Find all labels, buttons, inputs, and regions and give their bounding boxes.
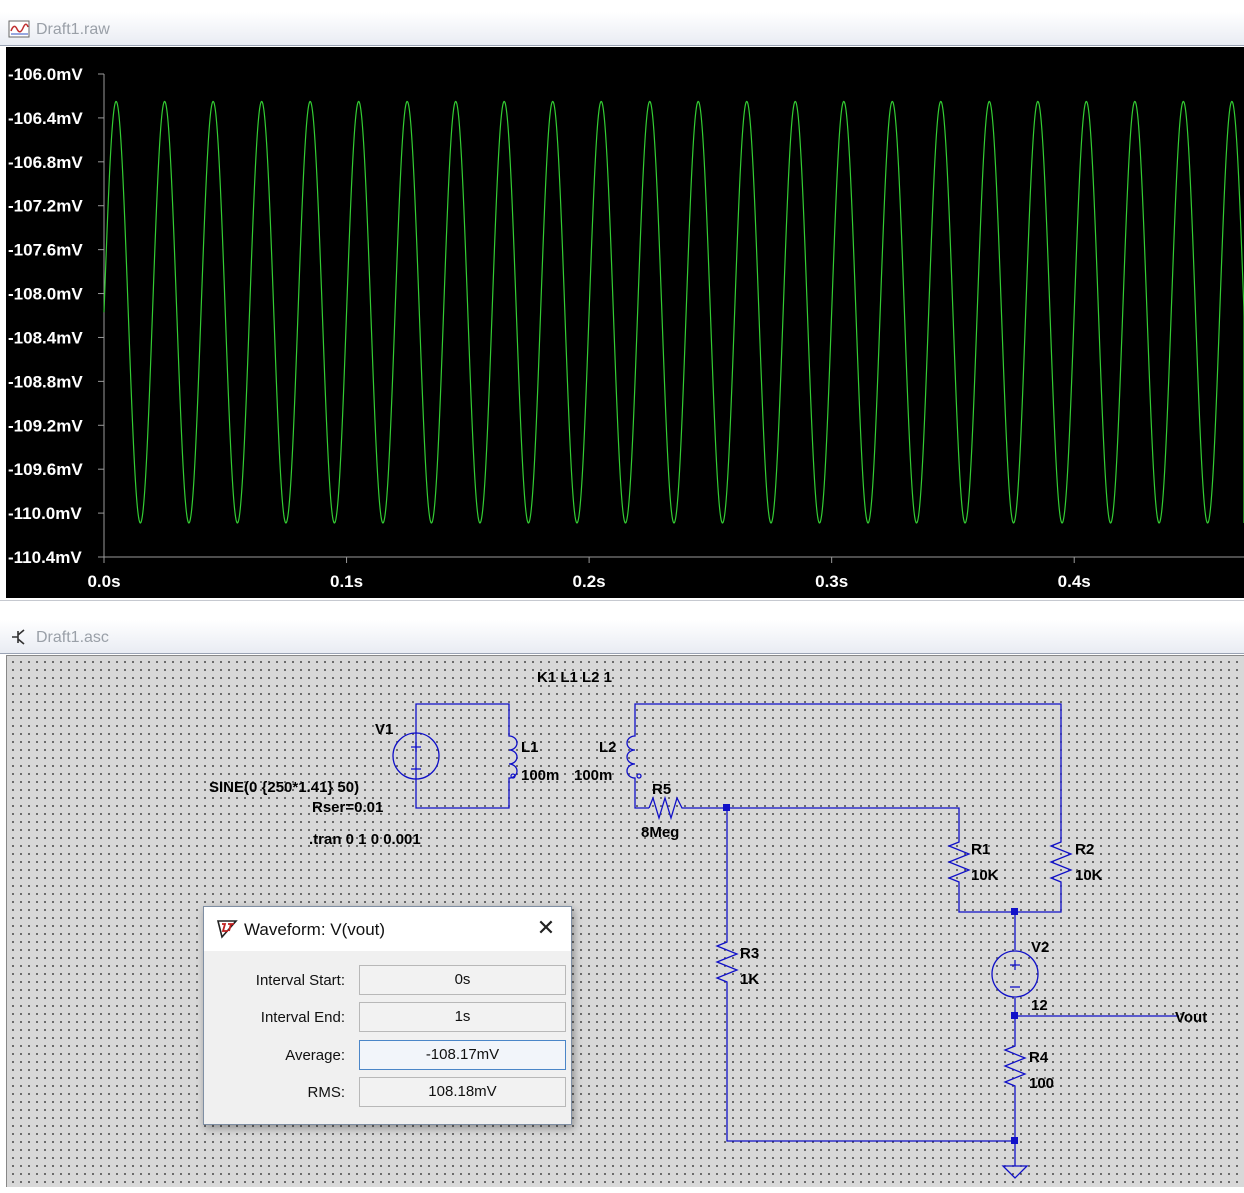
y-tick-label: -110.4mV	[8, 548, 82, 567]
l2-name-label[interactable]: L2	[599, 739, 617, 756]
l1-name-label[interactable]: L1	[521, 739, 539, 756]
v2-value-label[interactable]: 12	[1031, 997, 1048, 1014]
window-separator	[0, 600, 1244, 608]
y-tick-label: -109.2mV	[8, 416, 83, 435]
y-tick-label: -109.6mV	[8, 460, 83, 479]
x-tick-label: 0.3s	[815, 572, 848, 591]
l1-value-label[interactable]: 100m	[521, 767, 559, 784]
vout-net-label[interactable]: Vout	[1175, 1009, 1207, 1026]
interval-end-field[interactable]: 1s	[359, 1002, 566, 1032]
interval-end-row: Interval End: 1s	[204, 1002, 571, 1032]
r3-resistor-symbol[interactable]	[715, 936, 739, 988]
y-tick-label: -107.6mV	[8, 241, 83, 260]
y-tick-label: -108.8mV	[8, 372, 83, 391]
rms-label: RMS:	[307, 1084, 346, 1101]
average-row: Average: -108.17mV	[204, 1040, 571, 1070]
y-axis: -106.0mV -106.4mV -106.8mV -107.2mV -107.6mV…	[8, 65, 104, 567]
schematic-window-title: Draft1.asc	[36, 629, 109, 646]
y-tick-label: -106.8mV	[8, 153, 83, 172]
waveform-window-title: Draft1.raw	[36, 21, 110, 38]
x-tick-label: 0.2s	[573, 572, 606, 591]
v1-value-label[interactable]: SINE(0 {250*1.41} 50)	[209, 779, 359, 796]
interval-start-row: Interval Start: 0s	[204, 965, 571, 995]
r5-resistor-symbol[interactable]	[648, 795, 685, 821]
ltspice-logo-icon	[216, 920, 238, 939]
y-tick-label: -108.4mV	[8, 328, 83, 347]
v2-name-label[interactable]: V2	[1031, 939, 1049, 956]
r1-name-label[interactable]: R1	[971, 841, 990, 858]
waveform-file-icon	[8, 20, 30, 38]
y-tick-label: -107.2mV	[8, 197, 83, 216]
dialog-title: Waveform: V(vout)	[244, 920, 386, 939]
l2-inductor-symbol[interactable]	[626, 726, 642, 782]
dialog-titlebar[interactable]: Waveform: V(vout) ✕	[204, 907, 571, 951]
waveform-measure-dialog: Waveform: V(vout) ✕ Interval Start: 0s I…	[203, 906, 572, 1125]
r3-name-label[interactable]: R3	[740, 945, 759, 962]
schematic-svg: K1 L1 L2 1 V1 SINE(0 {250*1.41} 50) Rser…	[209, 669, 1207, 1179]
schematic-file-icon	[12, 629, 25, 645]
rms-row: RMS: 108.18mV	[204, 1077, 571, 1107]
y-tick-label: -106.0mV	[8, 65, 83, 84]
tran-directive[interactable]: .tran 0 1 0 0.001	[309, 831, 421, 848]
x-axis: 0.0s 0.1s 0.2s 0.3s 0.4s	[87, 557, 1091, 591]
r2-value-label[interactable]: 10K	[1075, 867, 1103, 884]
vout-trace-line	[103, 100, 1244, 524]
waveform-plot-svg: -106.0mV -106.4mV -106.8mV -107.2mV -107.6mV…	[8, 65, 1244, 591]
r4-value-label[interactable]: 100	[1029, 1075, 1054, 1092]
l2-value-label[interactable]: 100m	[574, 767, 612, 784]
r2-resistor-symbol[interactable]	[1049, 836, 1073, 886]
average-field[interactable]: -108.17mV	[359, 1040, 566, 1070]
x-tick-label: 0.0s	[87, 572, 120, 591]
interval-start-field[interactable]: 0s	[359, 965, 566, 995]
r4-name-label[interactable]: R4	[1029, 1049, 1049, 1066]
rms-field[interactable]: 108.18mV	[359, 1077, 566, 1107]
r4-resistor-symbol[interactable]	[1003, 1040, 1027, 1092]
waveform-window-titlebar[interactable]: Draft1.raw	[0, 12, 1244, 46]
y-tick-label: -108.0mV	[8, 285, 83, 304]
close-icon[interactable]: ✕	[534, 917, 558, 941]
r5-value-label[interactable]: 8Meg	[641, 824, 679, 841]
x-tick-label: 0.1s	[330, 572, 363, 591]
y-tick-label: -110.0mV	[8, 504, 82, 523]
plot-axes-frame	[103, 74, 1244, 558]
schematic-canvas[interactable]: K1 L1 L2 1 V1 SINE(0 {250*1.41} 50) Rser…	[6, 655, 1244, 1187]
y-tick-label: -106.4mV	[8, 109, 83, 128]
ground-symbol[interactable]	[1001, 1156, 1029, 1179]
r1-resistor-symbol[interactable]	[947, 836, 971, 886]
r2-name-label[interactable]: R2	[1075, 841, 1094, 858]
r5-name-label[interactable]: R5	[652, 781, 671, 798]
r1-value-label[interactable]: 10K	[971, 867, 999, 884]
v1-rser-label[interactable]: Rser=0.01	[312, 799, 383, 816]
schematic-window-titlebar[interactable]: Draft1.asc	[0, 620, 1244, 654]
interval-start-label: Interval Start:	[255, 972, 345, 989]
waveform-window: Draft1.raw -106.0mV -106.4mV -106.8mV -107.…	[0, 0, 1244, 600]
l1-inductor-symbol[interactable]	[508, 726, 518, 782]
waveform-plot[interactable]: -106.0mV -106.4mV -106.8mV -107.2mV -107.6mV…	[6, 47, 1244, 598]
coupling-directive[interactable]: K1 L1 L2 1	[537, 669, 612, 686]
r3-value-label[interactable]: 1K	[740, 971, 759, 988]
v2-source-symbol[interactable]	[991, 950, 1039, 998]
average-label: Average:	[285, 1047, 345, 1064]
v1-name-label[interactable]: V1	[375, 721, 393, 738]
x-tick-label: 0.4s	[1058, 572, 1091, 591]
interval-end-label: Interval End:	[260, 1009, 345, 1026]
